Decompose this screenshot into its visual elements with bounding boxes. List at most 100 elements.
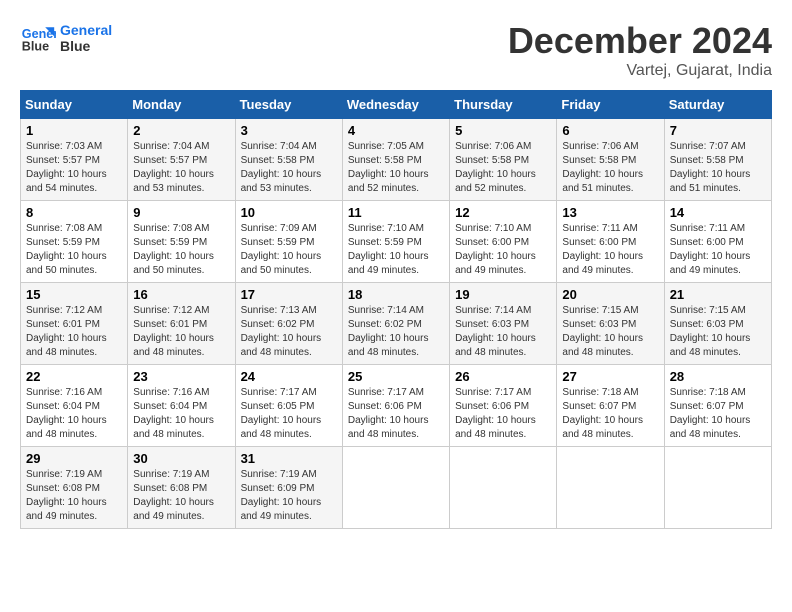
header-day-thursday: Thursday [450, 91, 557, 119]
day-info: Sunrise: 7:13 AM Sunset: 6:02 PM Dayligh… [241, 304, 337, 360]
day-number: 31 [241, 451, 337, 466]
day-number: 8 [26, 205, 122, 220]
day-number: 18 [348, 287, 444, 302]
day-cell: 30 Sunrise: 7:19 AM Sunset: 6:08 PM Dayl… [128, 447, 235, 529]
day-info: Sunrise: 7:14 AM Sunset: 6:02 PM Dayligh… [348, 304, 444, 360]
day-cell: 11 Sunrise: 7:10 AM Sunset: 5:59 PM Dayl… [342, 201, 449, 283]
day-cell [342, 447, 449, 529]
day-number: 19 [455, 287, 551, 302]
day-number: 1 [26, 123, 122, 138]
day-number: 29 [26, 451, 122, 466]
day-cell: 24 Sunrise: 7:17 AM Sunset: 6:05 PM Dayl… [235, 365, 342, 447]
day-number: 9 [133, 205, 229, 220]
day-number: 16 [133, 287, 229, 302]
day-info: Sunrise: 7:10 AM Sunset: 6:00 PM Dayligh… [455, 222, 551, 278]
day-cell: 27 Sunrise: 7:18 AM Sunset: 6:07 PM Dayl… [557, 365, 664, 447]
day-info: Sunrise: 7:06 AM Sunset: 5:58 PM Dayligh… [455, 140, 551, 196]
day-info: Sunrise: 7:19 AM Sunset: 6:08 PM Dayligh… [26, 468, 122, 524]
page-header: General Blue General Blue December 2024 … [20, 20, 772, 80]
day-cell: 15 Sunrise: 7:12 AM Sunset: 6:01 PM Dayl… [21, 283, 128, 365]
day-cell: 26 Sunrise: 7:17 AM Sunset: 6:06 PM Dayl… [450, 365, 557, 447]
day-cell: 2 Sunrise: 7:04 AM Sunset: 5:57 PM Dayli… [128, 119, 235, 201]
day-info: Sunrise: 7:12 AM Sunset: 6:01 PM Dayligh… [26, 304, 122, 360]
header-day-wednesday: Wednesday [342, 91, 449, 119]
day-number: 14 [670, 205, 766, 220]
logo-icon: General Blue [20, 20, 56, 56]
day-number: 24 [241, 369, 337, 384]
day-cell: 13 Sunrise: 7:11 AM Sunset: 6:00 PM Dayl… [557, 201, 664, 283]
header-day-monday: Monday [128, 91, 235, 119]
week-row-1: 1 Sunrise: 7:03 AM Sunset: 5:57 PM Dayli… [21, 119, 772, 201]
calendar-title: December 2024 [508, 20, 772, 62]
day-cell: 28 Sunrise: 7:18 AM Sunset: 6:07 PM Dayl… [664, 365, 771, 447]
day-info: Sunrise: 7:15 AM Sunset: 6:03 PM Dayligh… [562, 304, 658, 360]
svg-text:Blue: Blue [22, 40, 49, 54]
day-cell: 18 Sunrise: 7:14 AM Sunset: 6:02 PM Dayl… [342, 283, 449, 365]
day-number: 26 [455, 369, 551, 384]
day-number: 12 [455, 205, 551, 220]
day-info: Sunrise: 7:16 AM Sunset: 6:04 PM Dayligh… [133, 386, 229, 442]
day-number: 5 [455, 123, 551, 138]
day-cell: 17 Sunrise: 7:13 AM Sunset: 6:02 PM Dayl… [235, 283, 342, 365]
week-row-5: 29 Sunrise: 7:19 AM Sunset: 6:08 PM Dayl… [21, 447, 772, 529]
day-cell: 23 Sunrise: 7:16 AM Sunset: 6:04 PM Dayl… [128, 365, 235, 447]
day-info: Sunrise: 7:17 AM Sunset: 6:06 PM Dayligh… [348, 386, 444, 442]
day-cell: 4 Sunrise: 7:05 AM Sunset: 5:58 PM Dayli… [342, 119, 449, 201]
day-cell: 25 Sunrise: 7:17 AM Sunset: 6:06 PM Dayl… [342, 365, 449, 447]
header-day-tuesday: Tuesday [235, 91, 342, 119]
day-number: 25 [348, 369, 444, 384]
day-cell: 6 Sunrise: 7:06 AM Sunset: 5:58 PM Dayli… [557, 119, 664, 201]
day-info: Sunrise: 7:09 AM Sunset: 5:59 PM Dayligh… [241, 222, 337, 278]
day-info: Sunrise: 7:15 AM Sunset: 6:03 PM Dayligh… [670, 304, 766, 360]
day-info: Sunrise: 7:11 AM Sunset: 6:00 PM Dayligh… [670, 222, 766, 278]
header-row: SundayMondayTuesdayWednesdayThursdayFrid… [21, 91, 772, 119]
day-info: Sunrise: 7:04 AM Sunset: 5:58 PM Dayligh… [241, 140, 337, 196]
day-cell: 12 Sunrise: 7:10 AM Sunset: 6:00 PM Dayl… [450, 201, 557, 283]
day-number: 23 [133, 369, 229, 384]
logo-blue: Blue [60, 38, 112, 54]
day-info: Sunrise: 7:07 AM Sunset: 5:58 PM Dayligh… [670, 140, 766, 196]
day-info: Sunrise: 7:04 AM Sunset: 5:57 PM Dayligh… [133, 140, 229, 196]
day-info: Sunrise: 7:10 AM Sunset: 5:59 PM Dayligh… [348, 222, 444, 278]
day-number: 22 [26, 369, 122, 384]
week-row-2: 8 Sunrise: 7:08 AM Sunset: 5:59 PM Dayli… [21, 201, 772, 283]
day-cell: 1 Sunrise: 7:03 AM Sunset: 5:57 PM Dayli… [21, 119, 128, 201]
day-cell: 22 Sunrise: 7:16 AM Sunset: 6:04 PM Dayl… [21, 365, 128, 447]
day-number: 15 [26, 287, 122, 302]
day-cell: 10 Sunrise: 7:09 AM Sunset: 5:59 PM Dayl… [235, 201, 342, 283]
header-day-sunday: Sunday [21, 91, 128, 119]
day-number: 28 [670, 369, 766, 384]
title-section: December 2024 Vartej, Gujarat, India [508, 20, 772, 80]
day-number: 3 [241, 123, 337, 138]
day-number: 30 [133, 451, 229, 466]
calendar-table: SundayMondayTuesdayWednesdayThursdayFrid… [20, 90, 772, 529]
day-cell: 29 Sunrise: 7:19 AM Sunset: 6:08 PM Dayl… [21, 447, 128, 529]
day-cell: 19 Sunrise: 7:14 AM Sunset: 6:03 PM Dayl… [450, 283, 557, 365]
day-cell: 16 Sunrise: 7:12 AM Sunset: 6:01 PM Dayl… [128, 283, 235, 365]
day-number: 20 [562, 287, 658, 302]
day-number: 27 [562, 369, 658, 384]
day-cell [557, 447, 664, 529]
day-cell: 3 Sunrise: 7:04 AM Sunset: 5:58 PM Dayli… [235, 119, 342, 201]
day-info: Sunrise: 7:18 AM Sunset: 6:07 PM Dayligh… [562, 386, 658, 442]
day-info: Sunrise: 7:06 AM Sunset: 5:58 PM Dayligh… [562, 140, 658, 196]
day-info: Sunrise: 7:19 AM Sunset: 6:08 PM Dayligh… [133, 468, 229, 524]
day-info: Sunrise: 7:17 AM Sunset: 6:06 PM Dayligh… [455, 386, 551, 442]
header-day-friday: Friday [557, 91, 664, 119]
logo-general: General [60, 22, 112, 38]
day-cell: 7 Sunrise: 7:07 AM Sunset: 5:58 PM Dayli… [664, 119, 771, 201]
day-cell [450, 447, 557, 529]
day-number: 4 [348, 123, 444, 138]
day-info: Sunrise: 7:19 AM Sunset: 6:09 PM Dayligh… [241, 468, 337, 524]
day-info: Sunrise: 7:08 AM Sunset: 5:59 PM Dayligh… [26, 222, 122, 278]
day-cell: 14 Sunrise: 7:11 AM Sunset: 6:00 PM Dayl… [664, 201, 771, 283]
day-cell: 8 Sunrise: 7:08 AM Sunset: 5:59 PM Dayli… [21, 201, 128, 283]
day-info: Sunrise: 7:17 AM Sunset: 6:05 PM Dayligh… [241, 386, 337, 442]
header-day-saturday: Saturday [664, 91, 771, 119]
day-number: 6 [562, 123, 658, 138]
day-number: 21 [670, 287, 766, 302]
day-number: 2 [133, 123, 229, 138]
day-info: Sunrise: 7:03 AM Sunset: 5:57 PM Dayligh… [26, 140, 122, 196]
day-number: 17 [241, 287, 337, 302]
day-info: Sunrise: 7:14 AM Sunset: 6:03 PM Dayligh… [455, 304, 551, 360]
